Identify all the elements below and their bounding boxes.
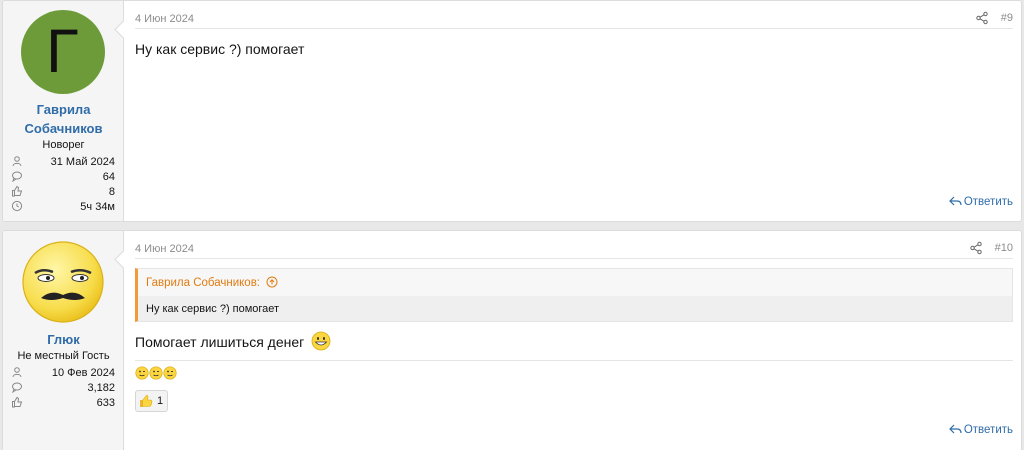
stat-reactions: 633 [11,395,115,411]
username-line2[interactable]: Собачников [3,119,124,139]
post-date[interactable]: 4 Июн 2024 [135,13,194,25]
user-title: Не местный Гость [17,350,110,362]
comment-icon [12,171,22,182]
post-main: 4 Июн 2024 #10 Гаврила Собачников: Ну ка… [125,231,1021,450]
reply-label: Ответить [963,196,1013,208]
thumbs-up-emoji-icon [140,395,153,407]
time-value: 5ч 34м [80,201,115,213]
post-number[interactable]: #10 [995,242,1013,254]
reply-button[interactable]: Ответить [948,196,1013,208]
reactions-count: 633 [96,397,115,409]
stat-time: 5ч 34м [11,199,115,215]
post-body: Ну как сервис ?) помогает [135,41,305,57]
joined-date: 31 Май 2024 [50,156,115,168]
user-title: Новорег [42,139,85,151]
share-icon[interactable] [969,241,983,255]
reply-icon [948,196,962,206]
joined-date: 10 Фев 2024 [51,367,115,379]
avatar[interactable] [21,240,105,324]
post-10: Глюк Не местный Гость 10 Фев 2024 3,182 … [2,230,1022,450]
stat-messages: 64 [11,169,115,185]
post-9: Г Гаврила Собачников Новорег 31 Май 2024… [2,0,1022,222]
reaction-badge[interactable]: 1 [135,390,168,412]
post-main: 4 Июн 2024 #9 Ну как сервис ?) помогает … [125,1,1021,221]
clock-icon [11,200,23,212]
post-date[interactable]: 4 Июн 2024 [135,243,194,255]
post-body-text: Помогает лишиться денег [135,334,305,350]
signature-divider [135,360,1013,361]
grinning-emoji-icon [311,331,331,351]
arrow-up-circle-icon [266,276,278,288]
avatar[interactable]: Г [21,10,105,94]
quote-author-link[interactable]: Гаврила Собачников: [146,276,278,289]
wink-emoji-icon [149,366,163,380]
post-body: Помогает лишиться денег [135,331,331,351]
stat-joined: 31 Май 2024 [11,154,115,170]
user-panel: Глюк Не местный Гость 10 Фев 2024 3,182 … [3,231,124,450]
post-meta: 4 Июн 2024 #9 [135,1,1013,29]
reply-label: Ответить [963,424,1013,436]
wink-emoji-icon [135,366,149,380]
messages-count: 3,182 [87,382,115,394]
thumbs-up-icon [12,396,23,408]
thumbs-up-icon [12,185,23,197]
comment-icon [12,382,22,393]
user-icon [12,367,22,378]
share-icon[interactable] [975,11,989,25]
post-meta: 4 Июн 2024 #10 [135,231,1013,259]
username-line1[interactable]: Гаврила [3,100,124,120]
signature [135,366,177,385]
stat-joined: 10 Фев 2024 [11,365,115,381]
user-panel: Г Гаврила Собачников Новорег 31 Май 2024… [3,1,124,221]
quote-text: Ну как сервис ?) помогает [146,303,280,315]
stat-reactions: 8 [11,184,115,200]
wink-emoji-icon [163,366,177,380]
reaction-count: 1 [157,395,164,407]
reply-button[interactable]: Ответить [948,424,1013,436]
user-icon [12,156,22,167]
reply-icon [948,424,962,434]
messages-count: 64 [102,171,115,183]
quote-body: Ну как сервис ?) помогает [138,296,1012,321]
username[interactable]: Глюк [3,330,124,350]
quote-block: Гаврила Собачников: Ну как сервис ?) пом… [135,268,1013,322]
quote-author: Гаврила Собачников: [146,277,261,289]
stat-messages: 3,182 [11,380,115,396]
post-number[interactable]: #9 [1001,12,1013,24]
reactions-count: 8 [108,186,115,198]
